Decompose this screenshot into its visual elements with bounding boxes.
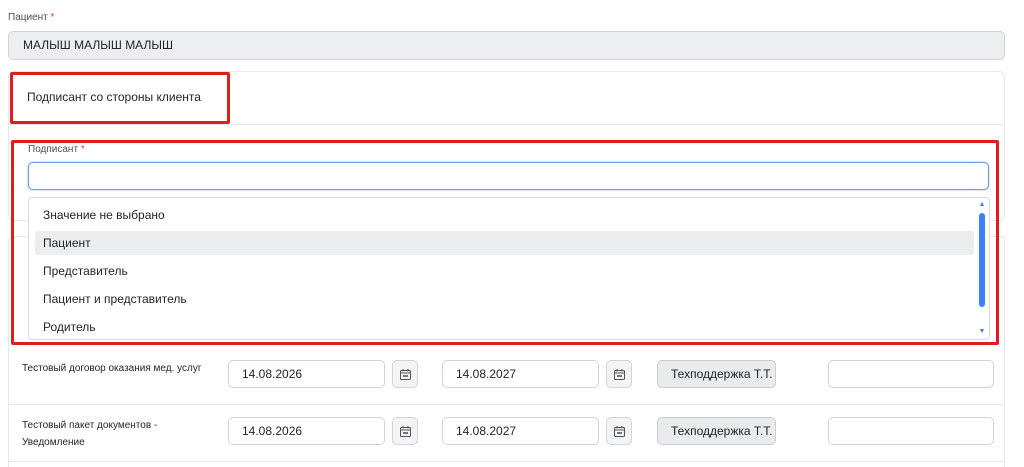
document-name: Тестовый договор оказания мед. услуг bbox=[22, 363, 202, 374]
calendar-icon bbox=[614, 426, 625, 437]
start-date-input[interactable]: 14.08.2026 bbox=[228, 417, 385, 445]
patient-label: Пациент * bbox=[8, 12, 54, 23]
patient-field[interactable]: МАЛЫШ МАЛЫШ МАЛЫШ bbox=[8, 31, 1005, 60]
start-date-calendar-button[interactable] bbox=[392, 417, 418, 445]
calendar-icon bbox=[400, 369, 411, 380]
end-date-input[interactable]: 14.08.2027 bbox=[442, 417, 599, 445]
end-date-calendar-button[interactable] bbox=[606, 360, 632, 388]
calendar-icon bbox=[614, 369, 625, 380]
row-divider bbox=[9, 461, 1004, 462]
row-divider bbox=[9, 404, 1004, 405]
calendar-icon bbox=[400, 426, 411, 437]
document-extra-field[interactable] bbox=[828, 417, 994, 445]
end-date-calendar-button[interactable] bbox=[606, 417, 632, 445]
dropdown-highlight-box bbox=[11, 140, 999, 345]
document-name: Тестовый пакет документов - Уведомление bbox=[22, 420, 158, 448]
document-signer-field: Техподдержка Т.Т. bbox=[657, 360, 776, 388]
document-extra-field[interactable] bbox=[828, 360, 994, 388]
end-date-input[interactable]: 14.08.2027 bbox=[442, 360, 599, 388]
start-date-calendar-button[interactable] bbox=[392, 360, 418, 388]
card-divider bbox=[9, 124, 1004, 125]
required-mark: * bbox=[50, 12, 55, 23]
document-signer-field: Техподдержка Т.Т. bbox=[657, 417, 776, 445]
patient-label-text: Пациент bbox=[8, 12, 48, 23]
title-highlight-box bbox=[10, 72, 230, 124]
start-date-input[interactable]: 14.08.2026 bbox=[228, 360, 385, 388]
